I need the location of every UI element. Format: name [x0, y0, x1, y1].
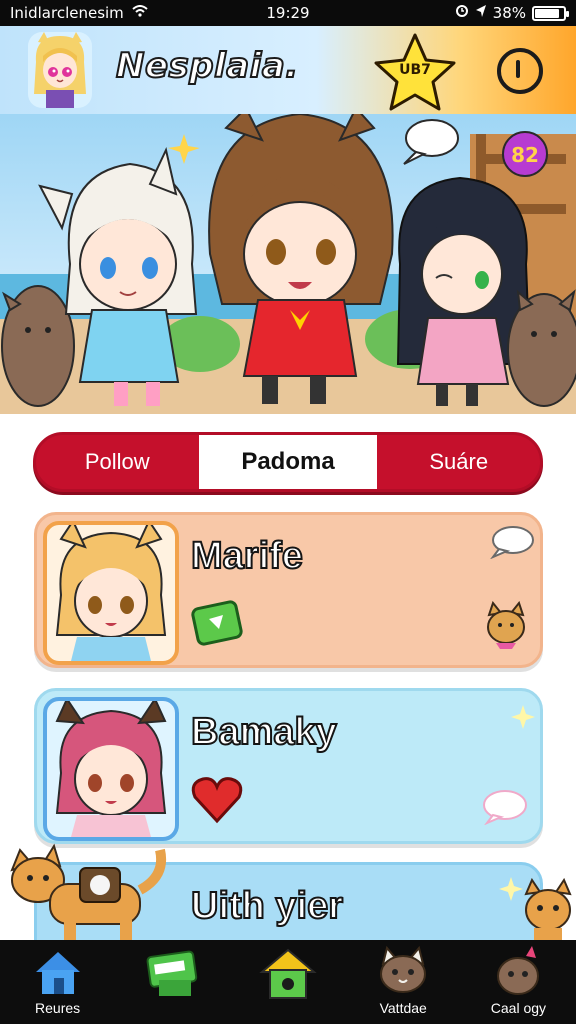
battery-percent: 38% — [492, 4, 526, 22]
power-button[interactable] — [497, 48, 543, 94]
star-badge-label: UB7 — [399, 62, 431, 78]
nav-item-cat[interactable]: Vattdae — [346, 940, 461, 1024]
hero-banner: 82 — [0, 114, 576, 414]
segmented-tabs: Pollow Padoma Suáre — [33, 432, 543, 492]
kitten-icon — [481, 600, 531, 655]
birdhouse-icon — [258, 946, 318, 1002]
nav-label: Caal ogy — [490, 1000, 547, 1016]
tab-suare[interactable]: Suáre — [377, 435, 540, 489]
bottom-navigation: Reures Vattdae Caal ogy — [0, 940, 576, 1024]
profile-avatar[interactable] — [28, 32, 92, 108]
app-screen: Inidlarclenesim 19:29 38% Nesplaia. UB7 … — [0, 0, 576, 1024]
animal-icon — [488, 946, 548, 1002]
cat-icon — [373, 945, 433, 1002]
carrier-label: Inidlarclenesim — [10, 4, 124, 22]
character-thumbnail — [43, 697, 179, 841]
star-badge-button[interactable]: UB7 — [372, 32, 458, 112]
cloud-bubble-icon — [481, 787, 529, 829]
number-bubble-badge: 82 — [502, 131, 548, 177]
green-tag-icon — [189, 597, 245, 649]
card-name: Bamaky — [190, 710, 338, 754]
dog-face-icon — [520, 877, 576, 940]
speech-bubble-icon — [489, 525, 535, 563]
card-name: Uith yier — [190, 884, 344, 928]
app-header: Nesplaia. UB7 — [0, 26, 576, 114]
ticket-icon — [143, 946, 203, 1002]
tab-padoma[interactable]: Padoma — [198, 435, 378, 489]
heart-icon — [189, 773, 245, 825]
list-item[interactable]: Bamaky — [34, 688, 543, 844]
wifi-icon — [132, 5, 148, 21]
card-name: Marife — [190, 534, 304, 578]
battery-icon — [532, 5, 569, 21]
list-item[interactable]: Marife — [34, 512, 543, 668]
nav-item-birdhouse[interactable] — [230, 940, 345, 1024]
sparkle-icon — [511, 705, 535, 733]
nav-item-home[interactable]: Reures — [0, 940, 115, 1024]
alarm-icon — [455, 4, 469, 22]
nav-item-ticket[interactable] — [115, 940, 230, 1024]
dog-mascot-icon — [10, 840, 170, 940]
location-icon — [475, 4, 487, 22]
nav-label: Reures — [35, 1000, 81, 1016]
tab-pollow[interactable]: Pollow — [36, 435, 199, 489]
app-title: Nesplaia. — [115, 45, 299, 87]
nav-item-animal[interactable]: Caal ogy — [461, 940, 576, 1024]
bubble-badge-text: 82 — [511, 143, 539, 167]
brown-creature-left — [1, 285, 75, 407]
status-bar: Inidlarclenesim 19:29 38% — [0, 0, 576, 26]
nav-label: Vattdae — [379, 1000, 427, 1016]
home-icon — [28, 946, 88, 1002]
character-thumbnail — [43, 521, 179, 665]
